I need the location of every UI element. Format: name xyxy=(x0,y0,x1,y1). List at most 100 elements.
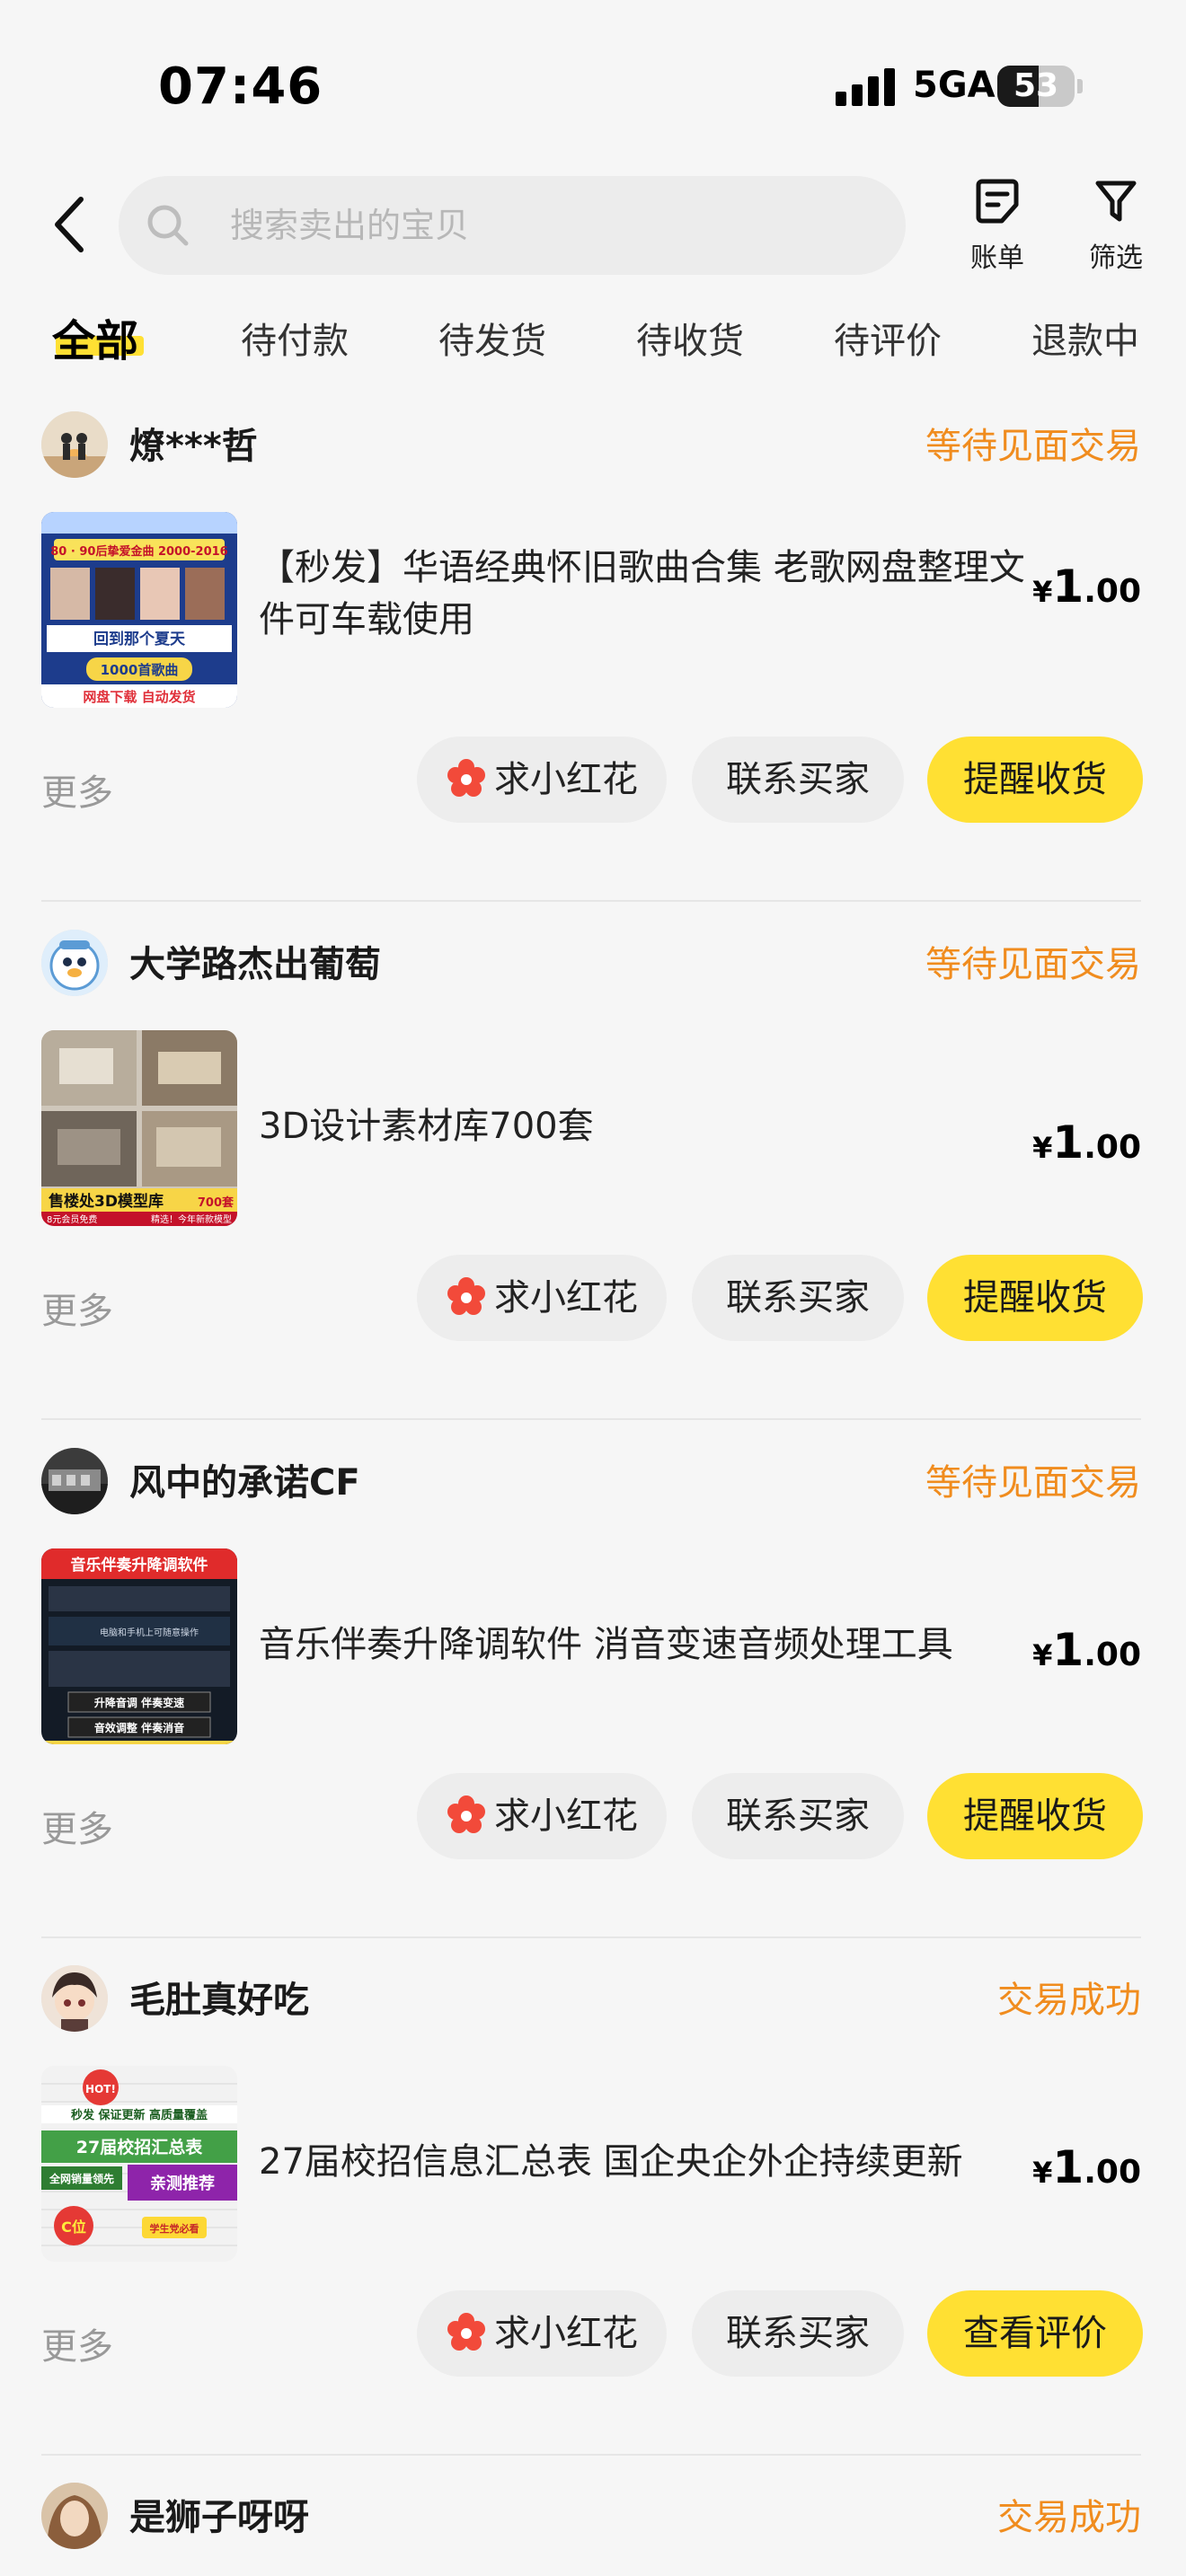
thumb-text: 700套 xyxy=(198,1195,235,1210)
flower-icon xyxy=(447,2313,485,2351)
tab-pending-payment[interactable]: 待付款 xyxy=(241,304,349,379)
thumb-text: 电脑和手机上可随意操作 xyxy=(100,1627,199,1638)
flower-icon xyxy=(447,759,485,797)
avatar[interactable] xyxy=(41,411,108,478)
price-decimal: .00 xyxy=(1084,1129,1141,1166)
tab-pending-review[interactable]: 待评价 xyxy=(834,304,942,379)
thumb-text: 售楼处3D模型库 xyxy=(49,1192,164,1211)
thumb-text: 全网销量领先 xyxy=(49,2172,114,2185)
signal-icon xyxy=(836,68,895,106)
price-decimal: .00 xyxy=(1084,573,1141,610)
view-review-button[interactable]: 查看评价 xyxy=(927,2290,1143,2377)
product-title[interactable]: 3D设计素材库700套 xyxy=(259,1100,1033,1152)
request-flower-button[interactable]: 求小红花 xyxy=(417,1773,667,1859)
more-button[interactable]: 更多 xyxy=(41,763,113,816)
thumb-text: 80 · 90后挚爱金曲 2000-2016 xyxy=(50,544,227,559)
battery-icon: 53 xyxy=(997,66,1075,107)
bill-button[interactable]: 账单 xyxy=(954,176,1040,280)
back-arrow-icon xyxy=(55,197,84,252)
price: ¥1.00 xyxy=(1032,2141,1141,2193)
avatar[interactable] xyxy=(41,1965,108,2032)
flower-icon xyxy=(447,1795,485,1833)
flower-icon xyxy=(447,1277,485,1315)
network-type: 5GA xyxy=(913,65,996,106)
more-button[interactable]: 更多 xyxy=(41,1800,113,1852)
avatar[interactable] xyxy=(41,930,108,996)
product-title[interactable]: 27届校招信息汇总表 国企央企外企持续更新 xyxy=(259,2136,1033,2188)
seller-name[interactable]: 大学路杰出葡萄 xyxy=(129,935,381,987)
seller-name[interactable]: 是狮子呀呀 xyxy=(129,2488,309,2540)
price-symbol: ¥ xyxy=(1032,1638,1053,1672)
request-flower-button[interactable]: 求小红花 xyxy=(417,1255,667,1341)
tab-refunding[interactable]: 退款中 xyxy=(1031,304,1139,379)
price-integer: 1 xyxy=(1052,1116,1084,1169)
contact-buyer-button[interactable]: 联系买家 xyxy=(692,1255,904,1341)
product-thumbnail[interactable]: 音乐伴奏升降调软件 电脑和手机上可随意操作 升降音调 伴奏变速 音效调整 伴奏消… xyxy=(41,1548,237,1744)
tab-all[interactable]: 全部 xyxy=(52,304,138,379)
filter-button[interactable]: 筛选 xyxy=(1073,176,1159,280)
thumb-text: 精选！今年新款模型 xyxy=(151,1213,232,1225)
request-flower-label: 求小红花 xyxy=(494,759,638,800)
product-thumbnail[interactable]: 售楼处3D模型库 700套 8元会员免费 精选！今年新款模型 xyxy=(41,1030,237,1226)
tab-pending-receipt[interactable]: 待收货 xyxy=(636,304,744,379)
more-button[interactable]: 更多 xyxy=(41,2317,113,2369)
price-integer: 1 xyxy=(1052,1624,1084,1676)
thumb-text: 回到那个夏天 xyxy=(93,630,186,648)
price-symbol: ¥ xyxy=(1032,575,1053,609)
order-card[interactable]: 燎***哲 等待见面交易 80 · 90后挚爱金曲 2000-2016 回到那个… xyxy=(0,384,1186,902)
order-status: 等待见面交易 xyxy=(925,1462,1141,1504)
more-button[interactable]: 更多 xyxy=(41,1282,113,1334)
status-time: 07:46 xyxy=(158,57,323,116)
remind-receipt-button[interactable]: 提醒收货 xyxy=(927,737,1143,823)
price-symbol: ¥ xyxy=(1032,1131,1053,1165)
price: ¥1.00 xyxy=(1032,1116,1141,1169)
product-thumbnail[interactable]: 80 · 90后挚爱金曲 2000-2016 回到那个夏天 1000首歌曲 网盘… xyxy=(41,512,237,708)
avatar[interactable] xyxy=(41,1448,108,1514)
order-status: 等待见面交易 xyxy=(925,426,1141,467)
price-decimal: .00 xyxy=(1084,2154,1141,2191)
contact-buyer-button[interactable]: 联系买家 xyxy=(692,2290,904,2377)
thumb-text: 秒发 保证更新 高质量覆盖 xyxy=(71,2108,208,2122)
order-card[interactable]: 风中的承诺CF 等待见面交易 音乐伴奏升降调软件 电脑和手机上可随意操作 升降音… xyxy=(0,1421,1186,1938)
bill-icon xyxy=(976,179,1019,224)
thumb-text: C位 xyxy=(61,2219,86,2236)
battery-cap xyxy=(1077,79,1083,93)
order-card[interactable]: 是狮子呀呀 交易成功 xyxy=(0,2456,1186,2576)
price-decimal: .00 xyxy=(1084,1636,1141,1673)
order-card[interactable]: 大学路杰出葡萄 等待见面交易 售楼处3D模型库 700套 8元会员免费 精选！今… xyxy=(0,903,1186,1420)
request-flower-button[interactable]: 求小红花 xyxy=(417,2290,667,2377)
status-bar: 07:46 5GA 53 xyxy=(0,0,1186,171)
thumb-text: HOT! xyxy=(85,2083,116,2095)
seller-name[interactable]: 燎***哲 xyxy=(129,417,258,469)
battery-level: 53 xyxy=(1013,67,1059,104)
request-flower-button[interactable]: 求小红花 xyxy=(417,737,667,823)
thumb-text: 音效调整 伴奏消音 xyxy=(94,1721,184,1734)
tab-pending-shipment[interactable]: 待发货 xyxy=(438,304,546,379)
divider xyxy=(41,900,1141,902)
thumb-text: 27届校招汇总表 xyxy=(76,2137,203,2157)
request-flower-label: 求小红花 xyxy=(494,2313,638,2354)
request-flower-label: 求小红花 xyxy=(494,1277,638,1319)
remind-receipt-button[interactable]: 提醒收货 xyxy=(927,1255,1143,1341)
contact-buyer-button[interactable]: 联系买家 xyxy=(692,1773,904,1859)
search-input[interactable] xyxy=(230,176,877,275)
product-thumbnail[interactable]: HOT! 秒发 保证更新 高质量覆盖 27届校招汇总表 全网销量领先 亲测推荐 … xyxy=(41,2066,237,2262)
order-card[interactable]: 毛肚真好吃 交易成功 HOT! 秒发 保证更新 高质量覆盖 27届校招汇总表 全… xyxy=(0,1938,1186,2456)
thumb-text: 音乐伴奏升降调软件 xyxy=(71,1556,208,1575)
price: ¥1.00 xyxy=(1032,560,1141,613)
divider xyxy=(41,1418,1141,1420)
request-flower-label: 求小红花 xyxy=(494,1795,638,1837)
search-bar[interactable] xyxy=(119,176,906,275)
product-title[interactable]: 【秒发】华语经典怀旧歌曲合集 老歌网盘整理文件可车载使用 xyxy=(259,542,1033,646)
remind-receipt-button[interactable]: 提醒收货 xyxy=(927,1773,1143,1859)
price-symbol: ¥ xyxy=(1032,2156,1053,2190)
contact-buyer-button[interactable]: 联系买家 xyxy=(692,737,904,823)
seller-name[interactable]: 毛肚真好吃 xyxy=(129,1971,309,2023)
order-status: 交易成功 xyxy=(997,1980,1141,2021)
seller-name[interactable]: 风中的承诺CF xyxy=(129,1453,360,1505)
product-title[interactable]: 音乐伴奏升降调软件 消音变速音频处理工具 xyxy=(259,1619,1033,1671)
avatar[interactable] xyxy=(41,2483,108,2549)
thumb-text: 8元会员免费 xyxy=(47,1213,97,1225)
thumb-text: 学生党必看 xyxy=(150,2222,199,2235)
back-button[interactable] xyxy=(47,190,101,259)
